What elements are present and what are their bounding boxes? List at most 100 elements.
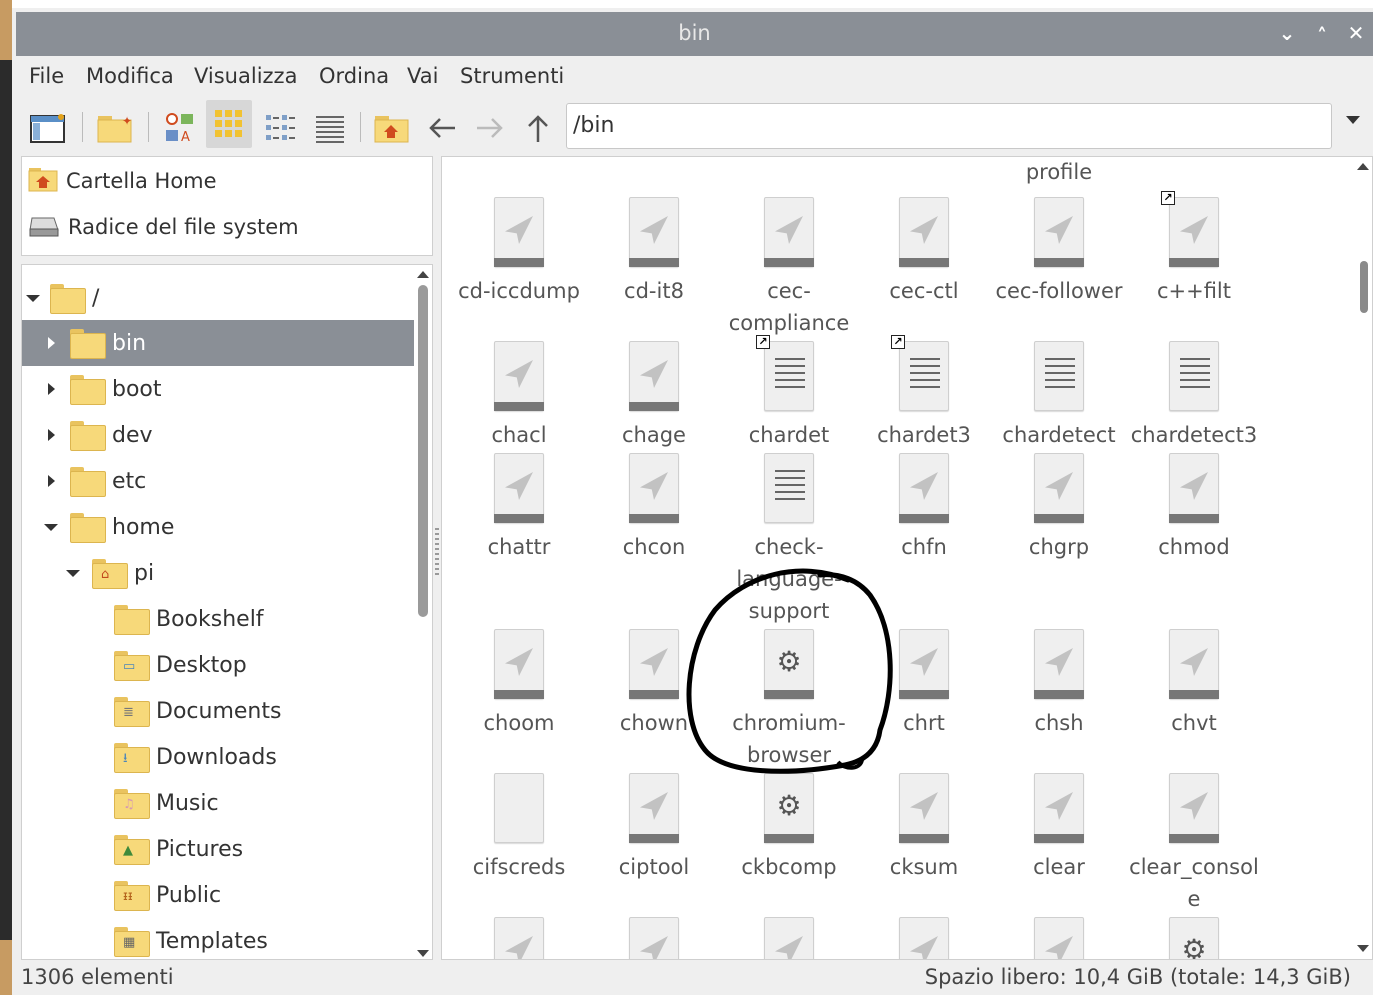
file-item[interactable]: choom (452, 629, 586, 739)
tree-node-desktop[interactable]: ▭ Desktop (22, 642, 414, 688)
thumbnail-view-icon[interactable] (206, 100, 252, 148)
tree-node-etc[interactable]: etc (22, 458, 414, 504)
path-input[interactable]: /bin (566, 103, 1332, 149)
title-bar[interactable]: bin ⌄ ˄ ✕ (16, 12, 1373, 56)
tree-node-documents[interactable]: ≣ Documents (22, 688, 414, 734)
scroll-down-arrow-icon[interactable] (417, 950, 429, 957)
file-item[interactable]: chgrp (992, 453, 1126, 563)
tree-scrollbar[interactable] (417, 271, 429, 957)
scroll-up-arrow-icon[interactable] (1357, 163, 1369, 170)
tree-node-pictures[interactable]: ▲ Pictures (22, 826, 414, 872)
file-item[interactable]: clear (992, 773, 1126, 883)
file-item[interactable]: cifscreds (452, 773, 586, 883)
menu-ordina[interactable]: Ordina (319, 64, 389, 88)
file-item[interactable]: chacl (452, 341, 586, 451)
file-item[interactable]: ⚙ chromium-browser (722, 629, 856, 771)
symlink-badge-icon: ↗ (891, 335, 905, 349)
up-arrow-icon[interactable] (518, 108, 558, 148)
file-item[interactable]: check-language-support (722, 453, 856, 627)
compact-view-icon[interactable] (260, 108, 300, 148)
tree-node-public[interactable]: ᵻᵻ Public (22, 872, 414, 918)
menu-visualizza[interactable]: Visualizza (194, 64, 297, 88)
file-item[interactable]: ↗ c++filt (1127, 191, 1261, 307)
file-item[interactable]: chown (587, 629, 721, 739)
tree-label: Templates (156, 928, 268, 954)
file-item[interactable]: chardetect3 (1127, 341, 1261, 451)
file-item[interactable]: chcon (587, 453, 721, 563)
new-window-icon[interactable] (28, 108, 68, 148)
file-item[interactable]: ⚙ ckbcomp (722, 773, 856, 883)
file-item[interactable]: cd-it8 (587, 197, 721, 307)
file-item[interactable]: chvt (1127, 629, 1261, 739)
file-item[interactable]: chage (587, 341, 721, 451)
forward-arrow-icon[interactable] (470, 108, 510, 148)
file-name: cifscreds (472, 855, 566, 879)
file-item[interactable]: chardetect (992, 341, 1126, 451)
file-item[interactable]: cec-compliance (722, 197, 856, 339)
executable-file-icon (494, 453, 544, 523)
expander-down-icon[interactable] (66, 569, 88, 577)
tree-node-templates[interactable]: ▦ Templates (22, 918, 414, 959)
expander-right-icon[interactable] (48, 383, 70, 395)
executable-file-icon (899, 453, 949, 523)
expander-right-icon[interactable] (48, 337, 70, 349)
maximize-chevron-up-icon[interactable]: ˄ (1308, 24, 1336, 48)
file-item[interactable]: ⚙ (1127, 917, 1261, 959)
back-arrow-icon[interactable] (422, 108, 462, 148)
path-dropdown-chevron-icon[interactable] (1346, 116, 1360, 124)
icon-view-icon[interactable]: A (160, 108, 200, 148)
executable-file-icon (899, 629, 949, 699)
menu-file[interactable]: File (29, 64, 64, 88)
file-item[interactable]: chmod (1127, 453, 1261, 563)
new-folder-icon[interactable]: ✦ (95, 108, 135, 148)
file-item[interactable]: chrt (857, 629, 991, 739)
file-item[interactable]: chsh (992, 629, 1126, 739)
expander-right-icon[interactable] (48, 429, 70, 441)
place-label: Radice del file system (68, 215, 299, 239)
file-item[interactable]: cec-follower (992, 197, 1126, 307)
tree-scrollbar-thumb[interactable] (418, 285, 428, 617)
pane-splitter-handle[interactable] (435, 528, 439, 578)
tree-node-root[interactable]: / (22, 275, 414, 321)
tree-node-pi[interactable]: ⌂ pi (22, 550, 414, 596)
tree-node-bin[interactable]: bin (22, 320, 414, 366)
menu-vai[interactable]: Vai (407, 64, 438, 88)
menu-modifica[interactable]: Modifica (86, 64, 174, 88)
executable-file-icon (899, 773, 949, 843)
scroll-down-arrow-icon[interactable] (1357, 945, 1369, 952)
place-root-filesystem[interactable]: Radice del file system (28, 207, 299, 247)
file-item[interactable]: cd-iccdump (452, 197, 586, 307)
home-icon[interactable] (372, 108, 412, 148)
file-item[interactable] (857, 917, 991, 959)
expander-right-icon[interactable] (48, 475, 70, 487)
file-item[interactable]: ciptool (587, 773, 721, 883)
file-item[interactable]: chattr (452, 453, 586, 563)
minimize-chevron-down-icon[interactable]: ⌄ (1273, 21, 1301, 45)
close-icon[interactable]: ✕ (1342, 21, 1370, 45)
tree-node-music[interactable]: ♫ Music (22, 780, 414, 826)
file-item[interactable]: cksum (857, 773, 991, 883)
file-item[interactable] (587, 917, 721, 959)
file-item[interactable]: clear_consol e (1127, 773, 1261, 915)
tree-node-boot[interactable]: boot (22, 366, 414, 412)
detailed-list-view-icon[interactable] (310, 108, 350, 148)
file-grid-scrollbar-thumb[interactable] (1360, 261, 1368, 313)
tree-node-bookshelf[interactable]: Bookshelf (22, 596, 414, 642)
file-item[interactable] (452, 917, 586, 959)
file-manager-window: bin ⌄ ˄ ✕ File Modifica Visualizza Ordin… (12, 8, 1373, 995)
file-item[interactable]: cec-ctl (857, 197, 991, 307)
file-item[interactable]: ↗ chardet (722, 335, 856, 451)
scroll-up-arrow-icon[interactable] (417, 271, 429, 278)
tree-node-home[interactable]: home (22, 504, 414, 550)
file-item[interactable] (992, 917, 1126, 959)
place-home-folder[interactable]: Cartella Home (28, 161, 217, 201)
tree-node-dev[interactable]: dev (22, 412, 414, 458)
tree-node-downloads[interactable]: ⭳ Downloads (22, 734, 414, 780)
script-gear-icon: ⚙ (1169, 917, 1219, 959)
expander-down-icon[interactable] (44, 523, 66, 531)
file-item[interactable]: ↗ chardet3 (857, 335, 991, 451)
expander-down-icon[interactable] (26, 294, 48, 302)
file-item[interactable] (722, 917, 856, 959)
file-item[interactable]: chfn (857, 453, 991, 563)
menu-strumenti[interactable]: Strumenti (460, 64, 564, 88)
